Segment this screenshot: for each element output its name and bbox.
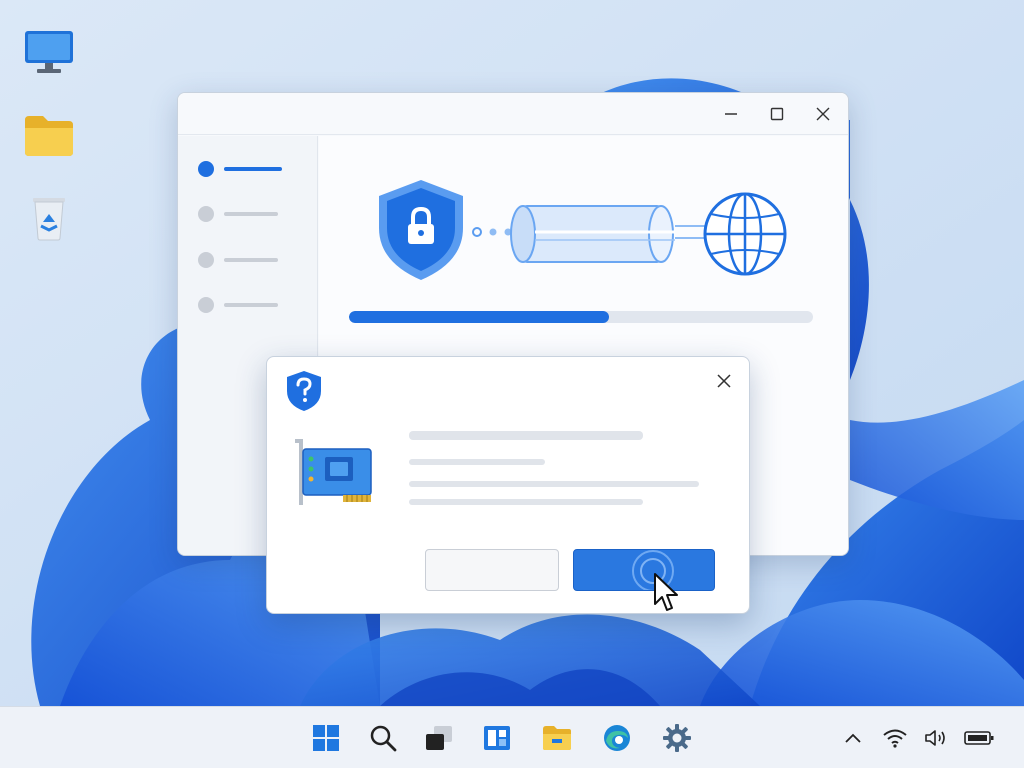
close-icon	[717, 374, 731, 388]
search-button[interactable]	[364, 719, 402, 757]
monitor-icon	[25, 31, 73, 73]
recycle-bin-icon	[33, 198, 65, 241]
dialog-text-placeholder	[409, 459, 545, 465]
nav-dot	[198, 206, 214, 222]
battery-button[interactable]	[964, 723, 994, 753]
dialog-text-placeholder	[409, 499, 643, 505]
wifi-icon	[883, 729, 907, 748]
chevron-up-icon	[845, 733, 861, 743]
mouse-pointer-icon	[654, 573, 678, 611]
dialog-text-placeholder	[409, 481, 699, 487]
shield-lock-icon	[379, 180, 463, 280]
network-card-icon	[295, 439, 372, 505]
file-explorer-icon	[543, 726, 571, 750]
task-view-button[interactable]	[420, 719, 458, 757]
search-icon	[370, 725, 397, 752]
close-icon	[816, 107, 830, 121]
network-status-button[interactable]	[880, 723, 910, 753]
desktop-icon-folder[interactable]	[22, 108, 76, 162]
settings-button[interactable]	[658, 719, 696, 757]
edge-button[interactable]	[598, 719, 636, 757]
start-icon	[313, 725, 339, 751]
file-explorer-button[interactable]	[538, 719, 576, 757]
edge-icon	[604, 725, 630, 751]
close-button[interactable]	[808, 101, 838, 127]
minimize-button[interactable]	[716, 101, 746, 127]
primary-button[interactable]	[573, 549, 715, 591]
start-button[interactable]	[307, 719, 345, 757]
nav-label-placeholder	[224, 167, 282, 171]
nav-label-placeholder	[224, 258, 278, 262]
window-titlebar[interactable]	[178, 93, 848, 135]
sidebar-item[interactable]	[198, 159, 298, 179]
desktop-icon-recycle-bin[interactable]	[22, 190, 76, 244]
dialog-title-placeholder	[409, 431, 643, 440]
connection-progress-bar	[349, 311, 813, 323]
task-view-icon	[426, 726, 452, 750]
battery-icon	[964, 731, 994, 745]
nav-dot	[198, 252, 214, 268]
nav-label-placeholder	[224, 303, 278, 307]
minimize-icon	[725, 113, 737, 115]
dialog-close-button[interactable]	[709, 367, 739, 395]
widgets-icon	[484, 726, 510, 750]
volume-icon	[925, 730, 945, 746]
progress-fill	[349, 311, 609, 323]
tray-overflow-button[interactable]	[838, 723, 868, 753]
folder-icon	[25, 116, 73, 156]
maximize-icon	[770, 107, 784, 121]
vpn-connection-illustration	[379, 180, 787, 280]
volume-button[interactable]	[922, 723, 952, 753]
nav-label-placeholder	[224, 212, 278, 216]
tunnel-icon	[510, 205, 705, 263]
maximize-button[interactable]	[762, 101, 792, 127]
settings-icon	[663, 724, 691, 752]
nav-dot	[198, 161, 214, 177]
sidebar-item[interactable]	[198, 204, 298, 224]
widgets-button[interactable]	[478, 719, 516, 757]
globe-icon	[703, 192, 787, 276]
desktop-icon-this-pc[interactable]	[22, 24, 76, 78]
secondary-button[interactable]	[425, 549, 559, 591]
nav-dot	[198, 297, 214, 313]
sidebar-item[interactable]	[198, 295, 298, 315]
taskbar	[0, 706, 1024, 768]
sidebar-item[interactable]	[198, 250, 298, 270]
shield-question-icon	[287, 371, 321, 411]
